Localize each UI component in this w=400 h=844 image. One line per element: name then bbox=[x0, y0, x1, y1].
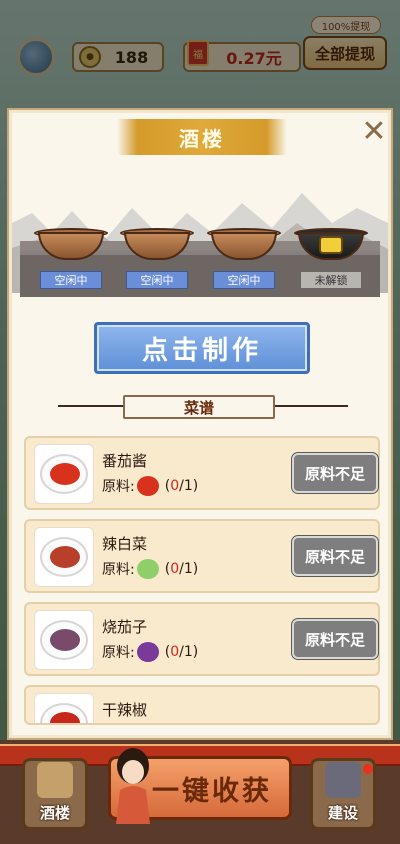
wok-2-status: 空闲中 bbox=[126, 271, 188, 289]
ingredient-count: (0/1) bbox=[164, 644, 199, 660]
eggplant-dish-icon bbox=[34, 610, 94, 670]
notification-dot bbox=[363, 764, 373, 774]
wok-4-status: 未解锁 bbox=[300, 271, 362, 289]
title-banner: 酒楼 bbox=[117, 119, 287, 155]
chili-dish-icon bbox=[34, 693, 94, 723]
hammer-icon bbox=[325, 762, 361, 798]
dish-name: 番茄酱 bbox=[102, 452, 148, 470]
tomato-icon bbox=[136, 476, 159, 496]
ingredient-count: (0/1) bbox=[164, 561, 199, 577]
make-button[interactable]: 点击制作 bbox=[94, 322, 310, 374]
insufficient-button[interactable]: 原料不足 bbox=[292, 619, 378, 659]
character-icon bbox=[116, 748, 150, 824]
ingredient-row: 原料: (0/1) bbox=[102, 642, 198, 662]
wok-3[interactable] bbox=[207, 228, 281, 262]
restaurant-icon bbox=[37, 762, 73, 798]
dish-name: 辣白菜 bbox=[102, 535, 148, 553]
wok-1[interactable] bbox=[34, 228, 108, 262]
lock-icon bbox=[319, 236, 343, 254]
recipe-list: 番茄酱 原料: (0/1) 原料不足 辣白菜 原料: (0/1) 原料不足 烧茄… bbox=[24, 436, 380, 734]
ingredient-count: (0/1) bbox=[164, 478, 199, 494]
cabbage-icon bbox=[136, 559, 159, 579]
recipe-item: 干辣椒 bbox=[24, 685, 380, 725]
ingredient-label: 原料: bbox=[102, 479, 135, 495]
wok-2[interactable] bbox=[120, 228, 194, 262]
wok-4-locked[interactable] bbox=[294, 228, 368, 262]
ingredient-label: 原料: bbox=[102, 562, 135, 578]
wok-3-status: 空闲中 bbox=[213, 271, 275, 289]
restaurant-nav-button[interactable]: 酒楼 bbox=[22, 758, 88, 830]
restaurant-modal: 酒楼 ✕ 空闲中 空闲中 空闲中 未解锁 点击制作 菜谱 番茄酱 原料: (0/… bbox=[9, 110, 391, 738]
ingredient-label: 原料: bbox=[102, 645, 135, 661]
wok-1-status: 空闲中 bbox=[40, 271, 102, 289]
build-label: 建设 bbox=[327, 804, 358, 822]
recipe-item: 辣白菜 原料: (0/1) 原料不足 bbox=[24, 519, 380, 593]
dish-name: 烧茄子 bbox=[102, 618, 148, 636]
modal-title: 酒楼 bbox=[179, 126, 225, 151]
eggplant-icon bbox=[136, 642, 159, 662]
ingredient-row: 原料: (0/1) bbox=[102, 476, 198, 496]
kimchi-dish-icon bbox=[34, 527, 94, 587]
dish-name: 干辣椒 bbox=[102, 701, 148, 719]
close-icon[interactable]: ✕ bbox=[359, 117, 388, 147]
insufficient-button[interactable]: 原料不足 bbox=[292, 536, 378, 576]
ketchup-dish-icon bbox=[34, 444, 94, 504]
recipe-item: 烧茄子 原料: (0/1) 原料不足 bbox=[24, 602, 380, 676]
recipe-item: 番茄酱 原料: (0/1) 原料不足 bbox=[24, 436, 380, 510]
restaurant-label: 酒楼 bbox=[39, 804, 70, 822]
recipe-header: 菜谱 bbox=[123, 395, 275, 419]
insufficient-button[interactable]: 原料不足 bbox=[292, 453, 378, 493]
ingredient-row: 原料: (0/1) bbox=[102, 559, 198, 579]
